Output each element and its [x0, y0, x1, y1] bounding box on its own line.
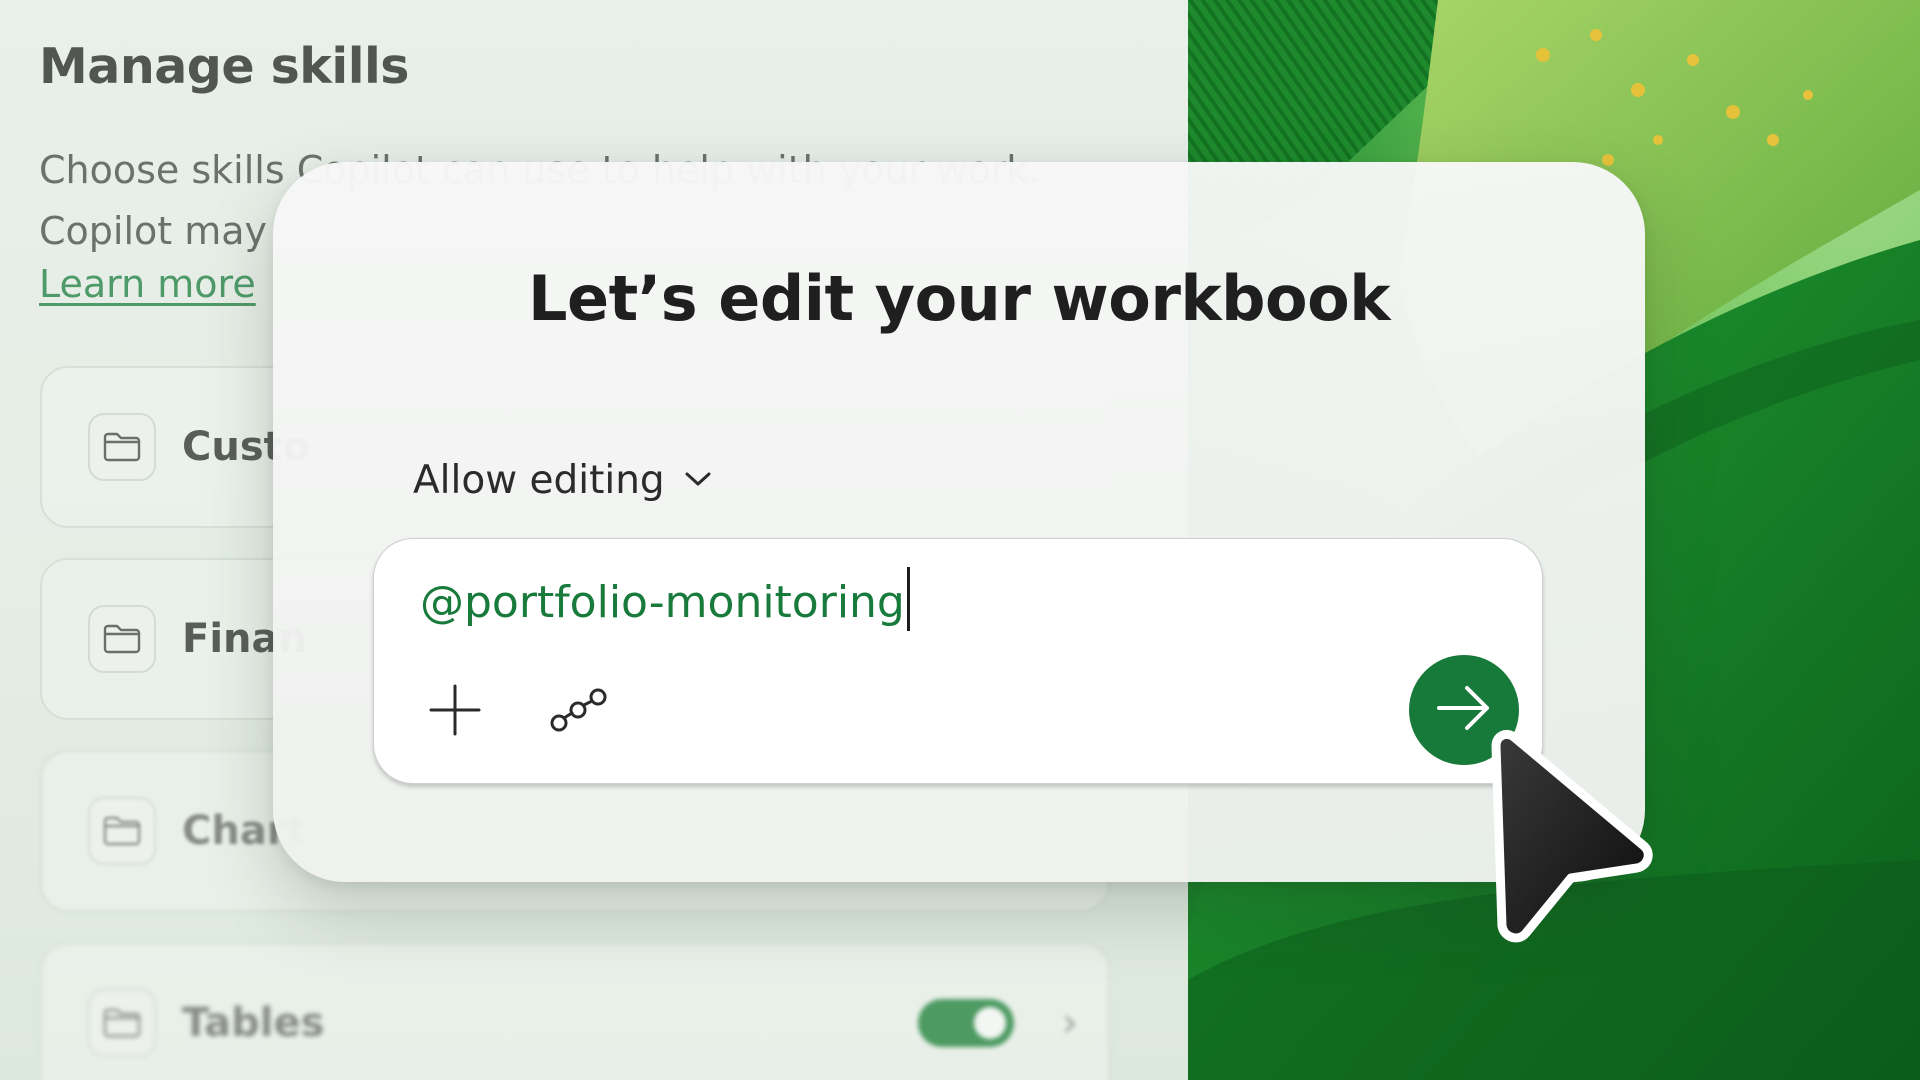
connector-icon — [549, 685, 609, 739]
tables-skill-toggle[interactable] — [918, 999, 1014, 1047]
skills-panel-title: Manage skills — [39, 38, 409, 95]
mode-label: Allow editing — [413, 458, 665, 503]
dialog-title: Let’s edit your workbook — [528, 262, 1390, 335]
app-stage: Manage skills Choose skills Copilot can … — [0, 0, 1920, 1080]
skill-card-label: Tables — [182, 1000, 325, 1046]
folder-icon — [88, 989, 156, 1057]
chevron-right-icon[interactable]: › — [1062, 1000, 1078, 1046]
folder-icon — [88, 605, 156, 673]
skill-card-tables[interactable]: Tables › — [40, 942, 1110, 1080]
skills-button[interactable] — [546, 679, 612, 745]
prompt-input-text: @portfolio-monitoring — [420, 577, 905, 628]
prompt-composer: @portfolio-monitoring — [373, 538, 1543, 784]
learn-more-link[interactable]: Learn more — [39, 262, 256, 306]
folder-icon — [88, 413, 156, 481]
text-caret — [906, 567, 910, 631]
folder-icon — [88, 797, 156, 865]
chevron-down-icon — [683, 469, 713, 493]
copilot-dialog: Let’s edit your workbook Allow editing @… — [273, 162, 1645, 882]
prompt-input[interactable]: @portfolio-monitoring — [420, 567, 910, 631]
add-attachment-button[interactable] — [422, 679, 488, 745]
plus-icon — [427, 682, 483, 742]
mouse-pointer-icon — [1466, 728, 1666, 952]
allow-editing-dropdown[interactable]: Allow editing — [413, 458, 713, 503]
